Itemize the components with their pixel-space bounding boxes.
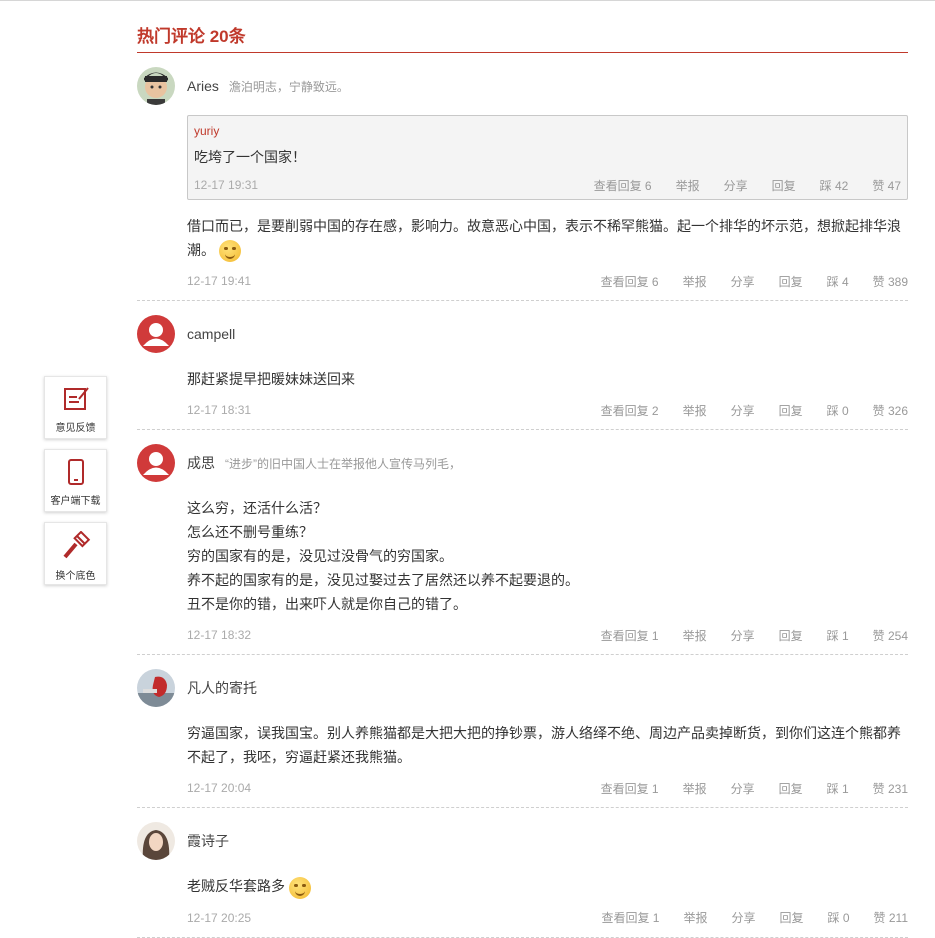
reply-link[interactable]: 回复 [779,273,803,290]
comment-item: campell 那赶紧提早把暖妹妹送回来 12-17 18:31 查看回复 2 … [137,301,908,431]
share-link[interactable]: 分享 [731,402,755,419]
user-signature: “进步”的旧中国人士在举报他人宣传马列毛， [225,456,461,471]
share-link[interactable]: 分享 [731,909,755,926]
comment-line: 穷的国家有的是，没见过没骨气的穷国家。 [187,548,453,565]
dislike-button[interactable]: 踩 0 [828,909,850,926]
emoji-icon [288,876,311,899]
like-button[interactable]: 赞 326 [873,402,908,419]
comment-line: 养不起的国家有的是，没见过娶过去了居然还以养不起要退的。 [187,572,579,589]
share-link[interactable]: 分享 [731,780,755,797]
avatar[interactable] [137,669,175,708]
username[interactable]: Aries [187,78,219,94]
avatar[interactable] [137,822,175,861]
dislike-button[interactable]: 踩 1 [827,780,849,797]
comments-section: 热门评论 20条 Aries 澹泊明志，宁静致远。 yuriy 吃垮了一个国家！… [137,22,908,938]
reply-link[interactable]: 回复 [780,909,804,926]
view-replies-link[interactable]: 查看回复 1 [601,627,659,644]
comment-text: 这么穷，还活什么活？ 怎么还不删号重练？ 穷的国家有的是，没见过没骨气的穷国家。… [187,496,908,616]
comment-line: 丑不是你的错，出来吓人就是你自己的错了。 [187,596,467,613]
comment-item: 成思 “进步”的旧中国人士在举报他人宣传马列毛， 这么穷，还活什么活？ 怎么还不… [137,430,908,656]
comment-text: 穷逼国家，误我国宝。别人养熊猫都是大把大把的挣钞票，游人络绎不绝、周边产品卖掉断… [187,725,901,766]
share-link[interactable]: 分享 [731,627,755,644]
comment-text: 那赶紧提早把暖妹妹送回来 [187,371,355,388]
view-replies-link[interactable]: 查看回复 2 [601,402,659,419]
reply-link[interactable]: 回复 [779,627,803,644]
avatar[interactable] [137,444,175,483]
username[interactable]: campell [187,326,235,342]
comment-text: 借口而已，是要削弱中国的存在感，影响力。故意恶心中国，表示不稀罕熊猫。起一个排华… [187,218,901,258]
section-header: 热门评论 20条 [137,22,908,53]
quoted-username[interactable]: yuriy [194,124,901,138]
comment-item: Aries 澹泊明志，宁静致远。 yuriy 吃垮了一个国家！ 12-17 19… [137,53,908,302]
app-download-label: 客户端下载 [50,496,101,507]
quoted-comment: yuriy 吃垮了一个国家！ 12-17 19:31 查看回复 6 举报 分享 … [187,115,908,200]
avatar[interactable] [137,315,175,354]
dislike-button[interactable]: 踩 1 [827,627,849,644]
comment-line: 怎么还不删号重练？ [187,524,313,541]
mobile-icon [67,459,84,485]
feedback-label: 意见反馈 [55,423,96,434]
dislike-button[interactable]: 踩 4 [827,273,849,290]
view-replies-link[interactable]: 查看回复 6 [594,177,652,194]
feedback-icon [63,387,89,410]
comment-item: 凡人的寄托 穷逼国家，误我国宝。别人养熊猫都是大把大把的挣钞票，游人络绎不绝、周… [137,655,908,809]
feedback-button[interactable]: 意见反馈 [44,376,107,439]
top-divider [0,0,935,1]
avatar[interactable] [137,67,175,105]
like-button[interactable]: 赞 254 [873,627,908,644]
dislike-button[interactable]: 踩 0 [827,402,849,419]
reply-link[interactable]: 回复 [772,177,796,194]
report-link[interactable]: 举报 [683,627,707,644]
user-signature: 澹泊明志，宁静致远。 [228,79,349,94]
username[interactable]: 凡人的寄托 [187,678,257,698]
change-background-button[interactable]: 换个底色 [44,522,107,585]
like-button[interactable]: 赞 231 [873,780,908,797]
comment-time: 12-17 18:31 [187,403,252,418]
side-toolbar: 意见反馈 客户端下载 换个底色 [44,376,107,595]
view-replies-link[interactable]: 查看回复 1 [601,909,659,926]
quoted-text: 吃垮了一个国家！ [194,149,306,165]
report-link[interactable]: 举报 [683,273,707,290]
share-link[interactable]: 分享 [731,273,755,290]
like-button[interactable]: 赞 389 [873,273,908,290]
comment-time: 12-17 20:04 [187,781,252,796]
dislike-button[interactable]: 踩 42 [820,177,849,194]
paint-brush-icon [62,531,90,559]
like-button[interactable]: 赞 211 [874,909,908,926]
report-link[interactable]: 举报 [676,177,700,194]
comment-time: 12-17 20:25 [187,910,252,925]
reply-link[interactable]: 回复 [779,402,803,419]
comment-time: 12-17 19:41 [187,274,252,289]
section-title: 热门评论 20条 [137,27,246,46]
like-button[interactable]: 赞 47 [872,177,901,194]
share-link[interactable]: 分享 [724,177,748,194]
username[interactable]: 成思 [187,453,215,473]
view-replies-link[interactable]: 查看回复 1 [601,780,659,797]
change-background-label: 换个底色 [55,571,96,582]
quoted-time: 12-17 19:31 [194,178,259,192]
report-link[interactable]: 举报 [683,402,707,419]
username[interactable]: 霞诗子 [187,831,229,851]
comment-text: 老贼反华套路多 [187,878,285,895]
report-link[interactable]: 举报 [683,780,707,797]
comment-time: 12-17 18:32 [187,628,252,643]
emoji-icon [218,240,241,263]
comment-item: 霞诗子 老贼反华套路多 12-17 20:25 查看回复 1 举报 分享 回复 … [137,808,908,938]
comment-line: 这么穷，还活什么活？ [187,500,327,517]
app-download-button[interactable]: 客户端下载 [44,449,107,512]
report-link[interactable]: 举报 [683,909,707,926]
reply-link[interactable]: 回复 [779,780,803,797]
view-replies-link[interactable]: 查看回复 6 [601,273,659,290]
